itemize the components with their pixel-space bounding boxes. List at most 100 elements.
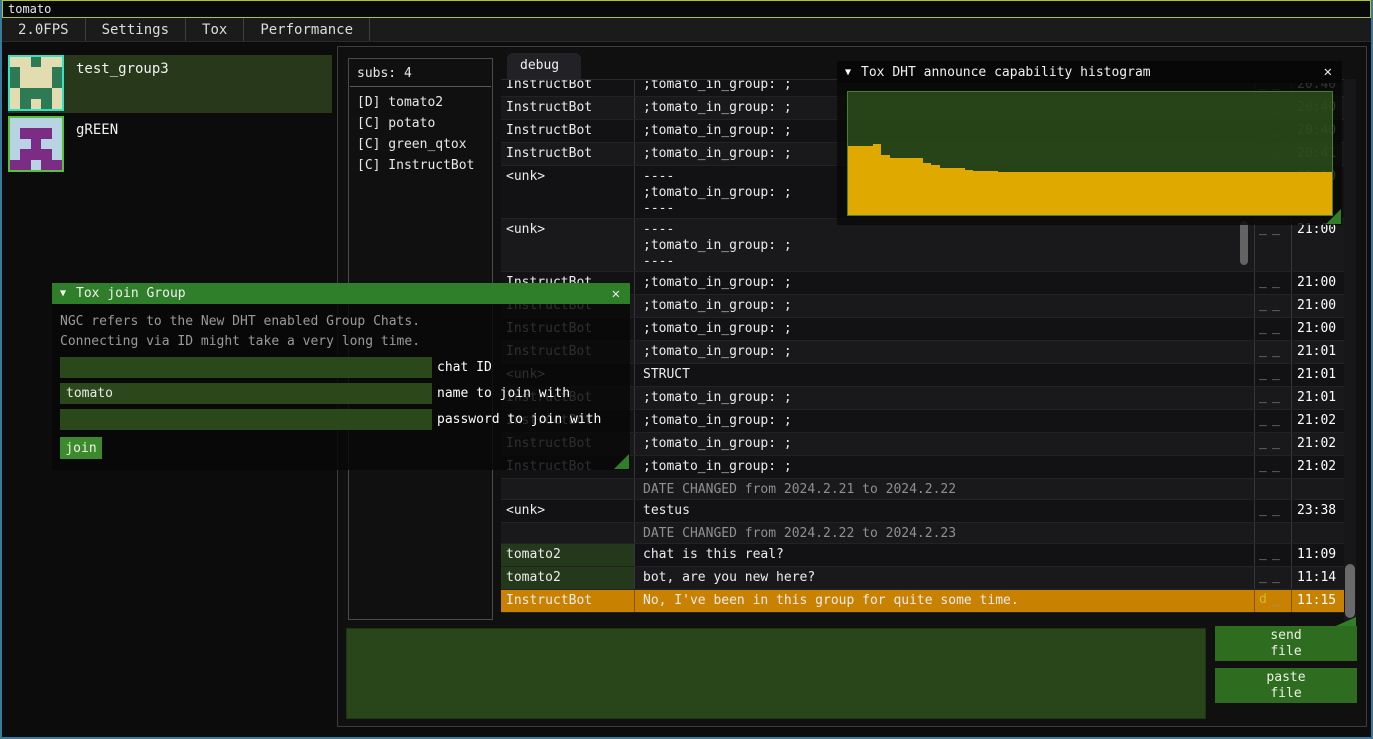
menu-item-settings[interactable]: Settings <box>86 18 186 41</box>
histogram-bar <box>1132 172 1140 215</box>
menu-item-performance[interactable]: Performance <box>244 18 370 41</box>
dht-histogram-title: Tox DHT announce capability histogram <box>861 65 1322 80</box>
group-avatar <box>8 55 64 111</box>
message-cell: chat is this real? <box>635 544 1255 566</box>
message-row[interactable]: InstructBotNo, I've been in this group f… <box>501 590 1344 613</box>
group-avatar <box>8 116 64 172</box>
histogram-bar <box>848 146 856 215</box>
histogram-bar <box>906 158 914 215</box>
join-password-input[interactable] <box>60 409 432 430</box>
sidebar-group-green[interactable]: gREEN <box>8 116 332 174</box>
message-row[interactable]: <unk>---- ;tomato_in_group: ; ----__21:0… <box>501 219 1344 272</box>
delivery-marks-cell: __ <box>1255 272 1292 294</box>
date-changed-row[interactable]: DATE CHANGED from 2024.2.22 to 2024.2.23 <box>501 523 1344 544</box>
timestamp-cell: 21:00 <box>1292 295 1344 317</box>
collapse-arrow-icon[interactable]: ▼ <box>60 288 66 299</box>
delivery-marks-cell: __ <box>1255 567 1292 589</box>
resize-grip[interactable] <box>1326 209 1341 224</box>
subs-member[interactable]: [C] potato <box>357 113 484 134</box>
histogram-bar <box>898 158 906 215</box>
delivery-marks-cell: d_ <box>1255 590 1292 612</box>
message-cell-scrollbar[interactable] <box>1240 221 1248 265</box>
message-cell: bot, are you new here? <box>635 567 1255 589</box>
sender-cell: InstructBot <box>501 79 635 96</box>
message-cell: ;tomato_in_group: ; <box>635 456 1255 478</box>
histogram-bar <box>1299 172 1307 215</box>
close-icon[interactable]: ✕ <box>610 286 622 302</box>
message-cell: testus <box>635 500 1255 522</box>
histogram-bar <box>1040 172 1048 215</box>
sender-cell <box>501 479 635 499</box>
timestamp-cell: 21:00 <box>1292 318 1344 340</box>
group-name: gREEN <box>76 122 118 138</box>
histogram-bar <box>1023 172 1031 215</box>
subs-member[interactable]: [D] tomato2 <box>357 92 484 113</box>
window-title: tomato <box>8 2 51 16</box>
sender-cell: tomato2 <box>501 567 635 589</box>
histogram-bar <box>1057 172 1065 215</box>
collapse-arrow-icon[interactable]: ▼ <box>845 67 851 78</box>
timestamp-cell: 11:15 <box>1292 590 1344 612</box>
timestamp-cell <box>1292 479 1344 499</box>
histogram-bar <box>1240 172 1248 215</box>
chat-message-input[interactable] <box>346 628 1206 719</box>
send-file-button[interactable]: sendfile <box>1215 626 1357 661</box>
sender-cell: InstructBot <box>501 120 635 142</box>
histogram-bar <box>1115 172 1123 215</box>
group-name: test_group3 <box>76 61 169 77</box>
menu-item-tox[interactable]: Tox <box>186 18 244 41</box>
close-icon[interactable]: ✕ <box>1322 64 1334 80</box>
message-cell: ;tomato_in_group: ; <box>635 387 1255 409</box>
histogram-bar <box>1223 172 1231 215</box>
timestamp-cell: 21:00 <box>1292 272 1344 294</box>
join-name-input[interactable] <box>60 383 432 404</box>
histogram-bar <box>1207 172 1215 215</box>
resize-grip[interactable] <box>614 454 629 469</box>
timestamp-cell: 21:01 <box>1292 341 1344 363</box>
message-cell: DATE CHANGED from 2024.2.21 to 2024.2.22 <box>635 479 1255 499</box>
tab-debug[interactable]: debug <box>507 53 581 79</box>
histogram-bar <box>1290 172 1298 215</box>
histogram-bar <box>965 170 973 215</box>
histogram-bar <box>973 171 981 215</box>
delivery-marks-cell: __ <box>1255 456 1292 478</box>
message-cell: ;tomato_in_group: ; <box>635 318 1255 340</box>
paste-file-button[interactable]: pastefile <box>1215 668 1357 703</box>
dht-histogram-body <box>837 83 1342 225</box>
message-log-scrollbar[interactable] <box>1344 79 1356 633</box>
histogram-bar <box>1182 172 1190 215</box>
scrollbar-thumb[interactable] <box>1345 564 1355 618</box>
histogram-bar <box>948 168 956 215</box>
sender-cell: <unk> <box>501 166 635 218</box>
histogram-bar <box>1082 172 1090 215</box>
delivery-marks-cell: __ <box>1255 387 1292 409</box>
menu-bar: 2.0FPS Settings Tox Performance <box>2 18 1371 42</box>
window-titlebar[interactable]: tomato <box>2 0 1371 18</box>
message-row[interactable]: <unk>testus__23:38 <box>501 500 1344 523</box>
chat-id-input[interactable] <box>60 357 432 378</box>
timestamp-cell: 21:02 <box>1292 410 1344 432</box>
histogram-bar <box>873 144 881 215</box>
sidebar-group-test_group3[interactable]: test_group3 <box>8 55 332 113</box>
message-row[interactable]: tomato2chat is this real?__11:09 <box>501 544 1344 567</box>
delivery-marks-cell: __ <box>1255 318 1292 340</box>
chat-id-label: chat ID <box>437 360 492 375</box>
join-group-title: Tox join Group <box>76 286 610 301</box>
histogram-bar <box>1107 172 1115 215</box>
message-row[interactable]: tomato2bot, are you new here?__11:14 <box>501 567 1344 590</box>
histogram-bar <box>1140 172 1148 215</box>
dht-histogram-titlebar[interactable]: ▼ Tox DHT announce capability histogram … <box>837 61 1342 83</box>
join-button[interactable]: join <box>60 437 102 459</box>
histogram-bar <box>1198 172 1206 215</box>
sender-cell: tomato2 <box>501 544 635 566</box>
join-group-body: NGC refers to the New DHT enabled Group … <box>52 304 630 470</box>
join-group-window: ▼ Tox join Group ✕ NGC refers to the New… <box>52 283 630 470</box>
subs-member[interactable]: [C] green_qtox <box>357 134 484 155</box>
subs-member[interactable]: [C] InstructBot <box>357 155 484 176</box>
histogram-bar <box>890 158 898 215</box>
message-cell: DATE CHANGED from 2024.2.22 to 2024.2.23 <box>635 523 1255 543</box>
date-changed-row[interactable]: DATE CHANGED from 2024.2.21 to 2024.2.22 <box>501 479 1344 500</box>
histogram-bar <box>1215 172 1223 215</box>
histogram-bar <box>1315 172 1323 215</box>
join-group-titlebar[interactable]: ▼ Tox join Group ✕ <box>52 283 630 304</box>
